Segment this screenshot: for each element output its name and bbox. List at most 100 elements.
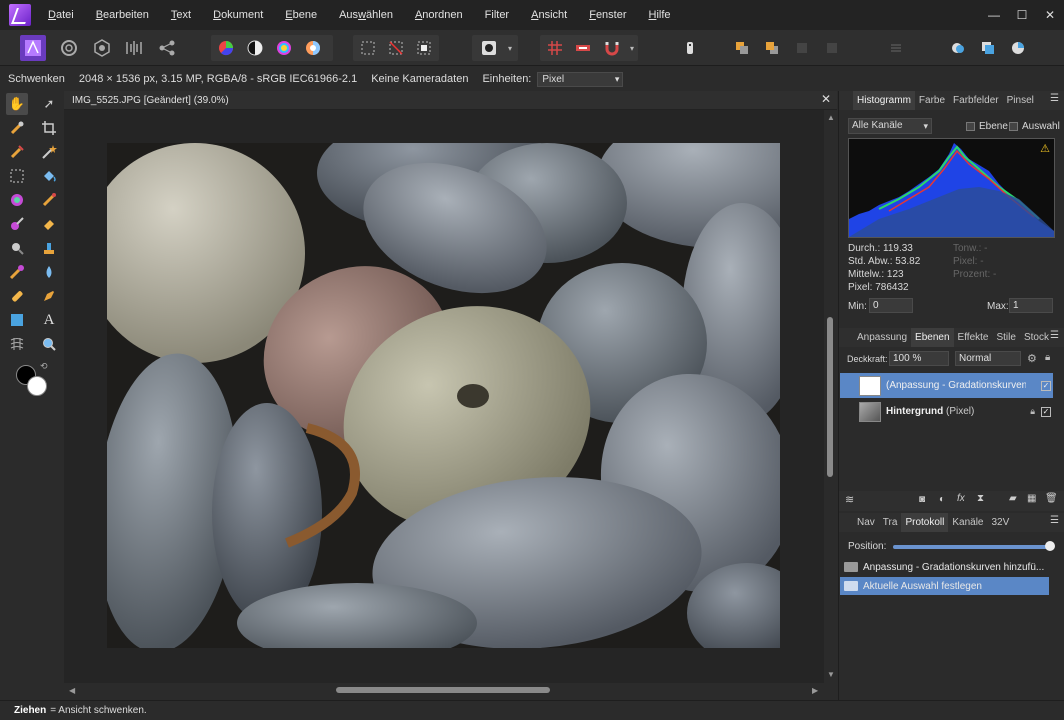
levels-button[interactable]: [214, 35, 238, 61]
document-image[interactable]: [107, 143, 780, 648]
snapping-button[interactable]: [599, 35, 625, 61]
vertical-scroll-thumb[interactable]: [827, 317, 833, 477]
layer-lock-icon[interactable]: 🔒︎: [1030, 406, 1035, 417]
liquify-persona-button[interactable]: [56, 35, 82, 61]
subtract-boolean-button[interactable]: [976, 35, 1000, 61]
clone-tool-button[interactable]: [38, 237, 60, 259]
trash-icon[interactable]: 🗑︎: [1045, 493, 1058, 504]
selection-checkbox[interactable]: [1009, 122, 1018, 131]
adjustment-icon[interactable]: ◐: [939, 494, 945, 505]
select-all-button[interactable]: [356, 35, 380, 61]
flood-fill-tool-button[interactable]: [38, 165, 60, 187]
crop-tool-button[interactable]: [38, 117, 60, 139]
color-swatches[interactable]: ⟲: [14, 361, 50, 399]
min-input[interactable]: 0: [869, 298, 913, 313]
horizontal-scrollbar[interactable]: ◀ ▶: [64, 683, 837, 697]
deselect-button[interactable]: [384, 35, 408, 61]
layers-stack-icon[interactable]: ≋: [845, 493, 854, 506]
view-tool-button[interactable]: ✋: [6, 93, 28, 115]
maximize-button[interactable]: ☐: [1008, 0, 1036, 30]
tab-32v[interactable]: 32V: [987, 513, 1013, 532]
layers-panel-menu-icon[interactable]: ☰: [1050, 330, 1059, 341]
info-button[interactable]: [678, 35, 702, 61]
assistant-button[interactable]: [571, 35, 595, 61]
lock-icon[interactable]: 🔒︎: [1045, 352, 1050, 363]
layer-visibility-checkbox[interactable]: ✓: [1041, 380, 1051, 391]
clone-brush-tool-button[interactable]: [6, 213, 28, 235]
tab-kanaele[interactable]: Kanäle: [948, 513, 987, 532]
menu-ansicht[interactable]: Ansicht: [520, 0, 578, 30]
layer-checkbox[interactable]: [966, 122, 975, 131]
color-replacement-tool-button[interactable]: [6, 189, 28, 211]
tab-pinsel[interactable]: Pinsel: [1003, 91, 1038, 110]
menu-hilfe[interactable]: Hilfe: [638, 0, 682, 30]
zoom-tool-button[interactable]: [38, 333, 60, 355]
tab-farbe[interactable]: Farbe: [915, 91, 949, 110]
units-select[interactable]: Pixel: [537, 71, 624, 87]
snapping-dropdown-icon[interactable]: ▾: [627, 35, 637, 61]
history-panel-menu-icon[interactable]: ☰: [1050, 515, 1059, 526]
auto-white-balance-button[interactable]: [301, 35, 325, 61]
max-input[interactable]: 1: [1009, 298, 1053, 313]
swap-colors-icon[interactable]: ⟲: [40, 361, 48, 372]
add-pixel-layer-icon[interactable]: ▦: [1027, 493, 1036, 504]
tab-ebenen[interactable]: Ebenen: [911, 328, 954, 347]
color-picker-tool-button[interactable]: [6, 117, 28, 139]
layer-row-curves[interactable]: (Anpassung - Gradationskurven) ✓: [840, 373, 1053, 398]
develop-persona-button[interactable]: [89, 35, 115, 61]
tab-tra[interactable]: Tra: [879, 513, 902, 532]
tone-mapping-persona-button[interactable]: [121, 35, 147, 61]
menu-auswaehlen[interactable]: Auswählen: [328, 0, 404, 30]
flood-select-tool-button[interactable]: [38, 141, 60, 163]
folder-icon[interactable]: ▰: [1009, 493, 1017, 504]
auto-colors-button[interactable]: [272, 35, 296, 61]
smudge-tool-button[interactable]: [6, 261, 28, 283]
photo-persona-button[interactable]: [20, 35, 46, 61]
menu-fenster[interactable]: Fenster: [578, 0, 637, 30]
healing-tool-button[interactable]: [6, 285, 28, 307]
quick-mask-dropdown-icon[interactable]: ▾: [504, 35, 516, 61]
tab-nav[interactable]: Nav: [853, 513, 879, 532]
tab-effekte[interactable]: Effekte: [954, 328, 993, 347]
hourglass-icon[interactable]: ⧗: [977, 493, 984, 504]
menu-datei[interactable]: Datei: [37, 0, 85, 30]
history-entry-selected[interactable]: Aktuelle Auswahl festlegen: [840, 577, 1049, 595]
horizontal-scroll-thumb[interactable]: [336, 687, 550, 693]
menu-filter[interactable]: Filter: [474, 0, 520, 30]
layer-row-background[interactable]: Hintergrund (Pixel) 🔒︎ ✓: [840, 399, 1053, 424]
scroll-down-icon[interactable]: ▼: [827, 670, 835, 679]
channel-select[interactable]: Alle Kanäle: [848, 118, 932, 134]
selection-brush-tool-button[interactable]: [6, 141, 28, 163]
export-persona-button[interactable]: [154, 35, 180, 61]
text-tool-button[interactable]: A: [38, 309, 60, 331]
rectangle-tool-button[interactable]: [6, 309, 28, 331]
tab-protokoll[interactable]: Protokoll: [901, 513, 949, 532]
tab-anpassung[interactable]: Anpassung: [853, 328, 911, 347]
scroll-up-icon[interactable]: ▲: [827, 113, 835, 122]
snapping-grid-button[interactable]: [543, 35, 567, 61]
secondary-color-swatch[interactable]: [27, 376, 47, 396]
position-slider-handle[interactable]: [1045, 541, 1055, 551]
layer-settings-gear-icon[interactable]: ⚙: [1027, 352, 1037, 365]
move-tool-button[interactable]: ➚: [38, 93, 60, 115]
mesh-warp-tool-button[interactable]: [6, 333, 28, 355]
dodge-tool-button[interactable]: [6, 237, 28, 259]
close-window-button[interactable]: ✕: [1036, 0, 1064, 30]
add-boolean-button[interactable]: [946, 35, 970, 61]
move-back-one-button[interactable]: [790, 35, 814, 61]
background-visibility-checkbox[interactable]: ✓: [1041, 406, 1051, 417]
minimize-button[interactable]: —: [980, 0, 1008, 30]
scroll-right-icon[interactable]: ▶: [812, 686, 818, 695]
scroll-left-icon[interactable]: ◀: [69, 686, 75, 695]
invert-selection-button[interactable]: [412, 35, 436, 61]
tab-histogramm[interactable]: Histogramm: [853, 91, 915, 110]
mask-layer-icon[interactable]: ◙: [919, 494, 925, 505]
tab-farbfelder[interactable]: Farbfelder: [949, 91, 1003, 110]
erase-brush-tool-button[interactable]: [38, 213, 60, 235]
close-document-icon[interactable]: ✕: [821, 92, 831, 106]
quick-mask-button[interactable]: [476, 35, 502, 61]
blend-mode-select[interactable]: Normal: [955, 351, 1021, 366]
menu-bearbeiten[interactable]: Bearbeiten: [85, 0, 160, 30]
move-forward-one-button[interactable]: [820, 35, 844, 61]
move-to-front-button[interactable]: [760, 35, 784, 61]
